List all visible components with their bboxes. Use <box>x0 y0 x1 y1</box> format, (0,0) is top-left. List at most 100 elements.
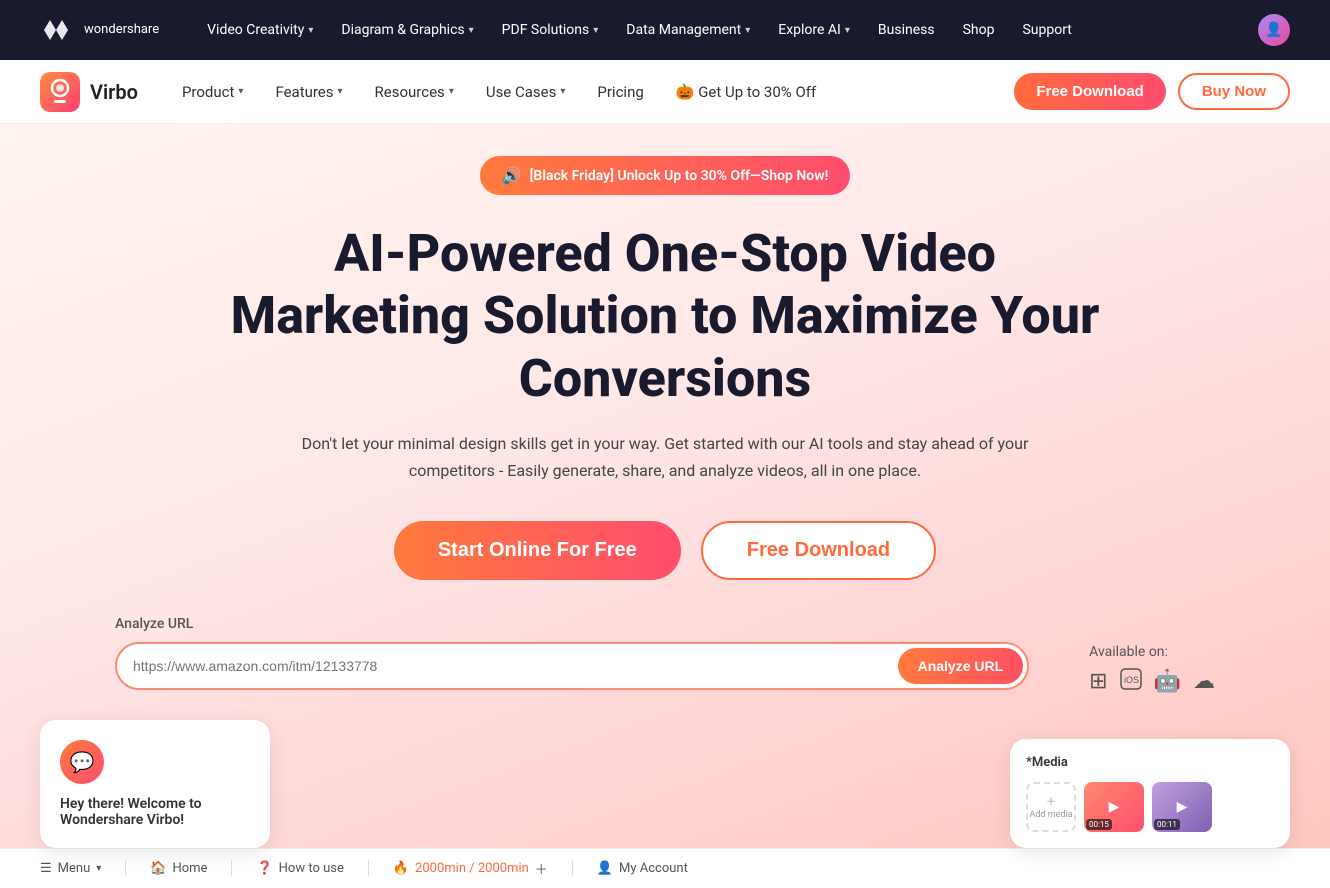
available-label: Available on: <box>1089 644 1168 660</box>
cloud-icon: ☁ <box>1193 669 1215 694</box>
business-label: Business <box>878 22 935 38</box>
chevron-down-icon: ▾ <box>449 86 454 97</box>
add-media-button[interactable]: ＋ Add media <box>1026 782 1076 832</box>
svg-text:iOS: iOS <box>1124 675 1139 685</box>
top-nav-support[interactable]: Support <box>1022 22 1071 38</box>
free-download-hero-button[interactable]: Free Download <box>701 521 936 580</box>
chevron-down-icon: ▾ <box>745 25 750 36</box>
top-nav-business[interactable]: Business <box>878 22 935 38</box>
product-label: Product <box>182 83 234 101</box>
product-nav-features[interactable]: Features ▾ <box>263 75 354 109</box>
add-media-label: Add media <box>1029 810 1072 820</box>
chevron-down-icon: ▾ <box>593 25 598 36</box>
person-icon: 👤 <box>597 861 613 876</box>
media-thumbnail-2: ▶ 00:11 <box>1152 782 1212 832</box>
home-label: Home <box>172 861 207 876</box>
top-nav-items: Video Creativity ▾ Diagram & Graphics ▾ … <box>207 22 1226 38</box>
media-card-title: *Media <box>1026 755 1274 770</box>
plus-icon: ＋ <box>1046 793 1056 808</box>
top-nav-diagram-graphics[interactable]: Diagram & Graphics ▾ <box>341 22 473 38</box>
media-card: *Media ＋ Add media ▶ 00:15 ▶ 00:11 <box>1010 739 1290 848</box>
top-nav-right: 👤 <box>1258 14 1290 46</box>
hero-subtitle: Don't let your minimal design skills get… <box>285 430 1045 484</box>
hero-cards-row: 💬 Hey there! Welcome to Wondershare Virb… <box>40 720 1290 848</box>
chevron-down-icon: ▾ <box>469 25 474 36</box>
toolbar-how-to-use[interactable]: ❓ How to use <box>256 861 343 876</box>
product-nav-items: Product ▾ Features ▾ Resources ▾ Use Cas… <box>170 75 1014 109</box>
toolbar-separator-4 <box>572 860 573 876</box>
video-creativity-label: Video Creativity <box>207 22 304 38</box>
plus-icon: ＋ <box>535 859 548 878</box>
virbo-name: Virbo <box>90 80 138 104</box>
top-nav-video-creativity[interactable]: Video Creativity ▾ <box>207 22 313 38</box>
platform-icons: ⊞ iOS 🤖 ☁ <box>1089 668 1215 696</box>
available-section: Available on: ⊞ iOS 🤖 ☁ <box>1089 616 1215 696</box>
home-icon: 🏠 <box>150 861 166 876</box>
menu-icon: ☰ <box>40 861 52 876</box>
hero-cta-row: Start Online For Free Free Download <box>394 521 936 580</box>
analyze-url-button[interactable]: Analyze URL <box>898 648 1024 684</box>
top-nav-pdf-solutions[interactable]: PDF Solutions ▾ <box>502 22 599 38</box>
free-download-button[interactable]: Free Download <box>1014 73 1166 110</box>
explore-ai-label: Explore AI <box>778 22 841 38</box>
start-online-button[interactable]: Start Online For Free <box>394 521 681 580</box>
hero-section: 🔊 [Black Friday] Unlock Up to 30% Off—Sh… <box>0 124 1330 848</box>
analyze-input-row: Analyze URL <box>115 642 1029 690</box>
product-nav-use-cases[interactable]: Use Cases ▾ <box>474 75 578 109</box>
wondershare-logo[interactable]: wondershare <box>40 16 159 44</box>
my-account-label: My Account <box>619 861 688 876</box>
chevron-down-icon: ▾ <box>96 863 101 874</box>
top-navigation: wondershare Video Creativity ▾ Diagram &… <box>0 0 1330 60</box>
chevron-down-icon: ▾ <box>560 86 565 97</box>
promo-link[interactable]: 🎃 Get Up to 30% Off <box>664 75 828 109</box>
top-nav-explore-ai[interactable]: Explore AI ▾ <box>778 22 850 38</box>
chat-card: 💬 Hey there! Welcome to Wondershare Virb… <box>40 720 270 848</box>
toolbar-menu[interactable]: ☰ Menu ▾ <box>40 861 101 876</box>
promo-text: 🎃 Get Up to 30% Off <box>676 83 816 101</box>
toolbar-home[interactable]: 🏠 Home <box>150 861 207 876</box>
flame-icon: 🔥 <box>393 861 409 876</box>
support-label: Support <box>1022 22 1071 38</box>
menu-label: Menu <box>58 861 91 876</box>
chat-icon: 💬 <box>60 740 104 784</box>
ios-icon: iOS <box>1120 668 1142 696</box>
diagram-graphics-label: Diagram & Graphics <box>341 22 464 38</box>
top-nav-data-management[interactable]: Data Management ▾ <box>626 22 750 38</box>
toolbar-separator-1 <box>125 860 126 876</box>
hero-bottom-row: Analyze URL Analyze URL Available on: ⊞ … <box>115 616 1215 696</box>
product-navigation: Virbo Product ▾ Features ▾ Resources ▾ U… <box>0 60 1330 124</box>
product-nav-pricing[interactable]: Pricing <box>585 75 655 109</box>
speaker-icon: 🔊 <box>502 166 522 185</box>
hero-title: AI-Powered One-Stop Video Marketing Solu… <box>215 223 1115 410</box>
product-nav-product[interactable]: Product ▾ <box>170 75 255 109</box>
chevron-down-icon: ▾ <box>338 86 343 97</box>
bottom-toolbar: ☰ Menu ▾ 🏠 Home ❓ How to use 🔥 2000min /… <box>0 848 1330 888</box>
promo-banner-text: [Black Friday] Unlock Up to 30% Off—Shop… <box>530 168 829 184</box>
media-thumbnail-1: ▶ 00:15 <box>1084 782 1144 832</box>
virbo-brand[interactable]: Virbo <box>40 72 138 112</box>
use-cases-label: Use Cases <box>486 83 557 101</box>
product-nav-resources[interactable]: Resources ▾ <box>363 75 466 109</box>
toolbar-time: 🔥 2000min / 2000min ＋ <box>393 859 548 878</box>
analyze-label: Analyze URL <box>115 616 1029 632</box>
buy-now-button[interactable]: Buy Now <box>1178 73 1290 110</box>
virbo-logo <box>40 72 80 112</box>
toolbar-separator-3 <box>368 860 369 876</box>
time-label: 2000min / 2000min <box>415 861 529 876</box>
analyze-section: Analyze URL Analyze URL <box>115 616 1029 690</box>
product-nav-actions: Free Download Buy Now <box>1014 73 1290 110</box>
user-avatar[interactable]: 👤 <box>1258 14 1290 46</box>
android-icon: 🤖 <box>1154 669 1181 694</box>
toolbar-my-account[interactable]: 👤 My Account <box>597 861 688 876</box>
pricing-label: Pricing <box>597 83 643 101</box>
pdf-solutions-label: PDF Solutions <box>502 22 590 38</box>
analyze-url-input[interactable] <box>133 648 898 684</box>
logo-text: wondershare <box>84 22 159 38</box>
shop-label: Shop <box>963 22 995 38</box>
data-management-label: Data Management <box>626 22 741 38</box>
promo-banner[interactable]: 🔊 [Black Friday] Unlock Up to 30% Off—Sh… <box>480 156 851 195</box>
features-label: Features <box>275 83 333 101</box>
resources-label: Resources <box>375 83 445 101</box>
media-thumbnails: ＋ Add media ▶ 00:15 ▶ 00:11 <box>1026 782 1274 832</box>
top-nav-shop[interactable]: Shop <box>963 22 995 38</box>
